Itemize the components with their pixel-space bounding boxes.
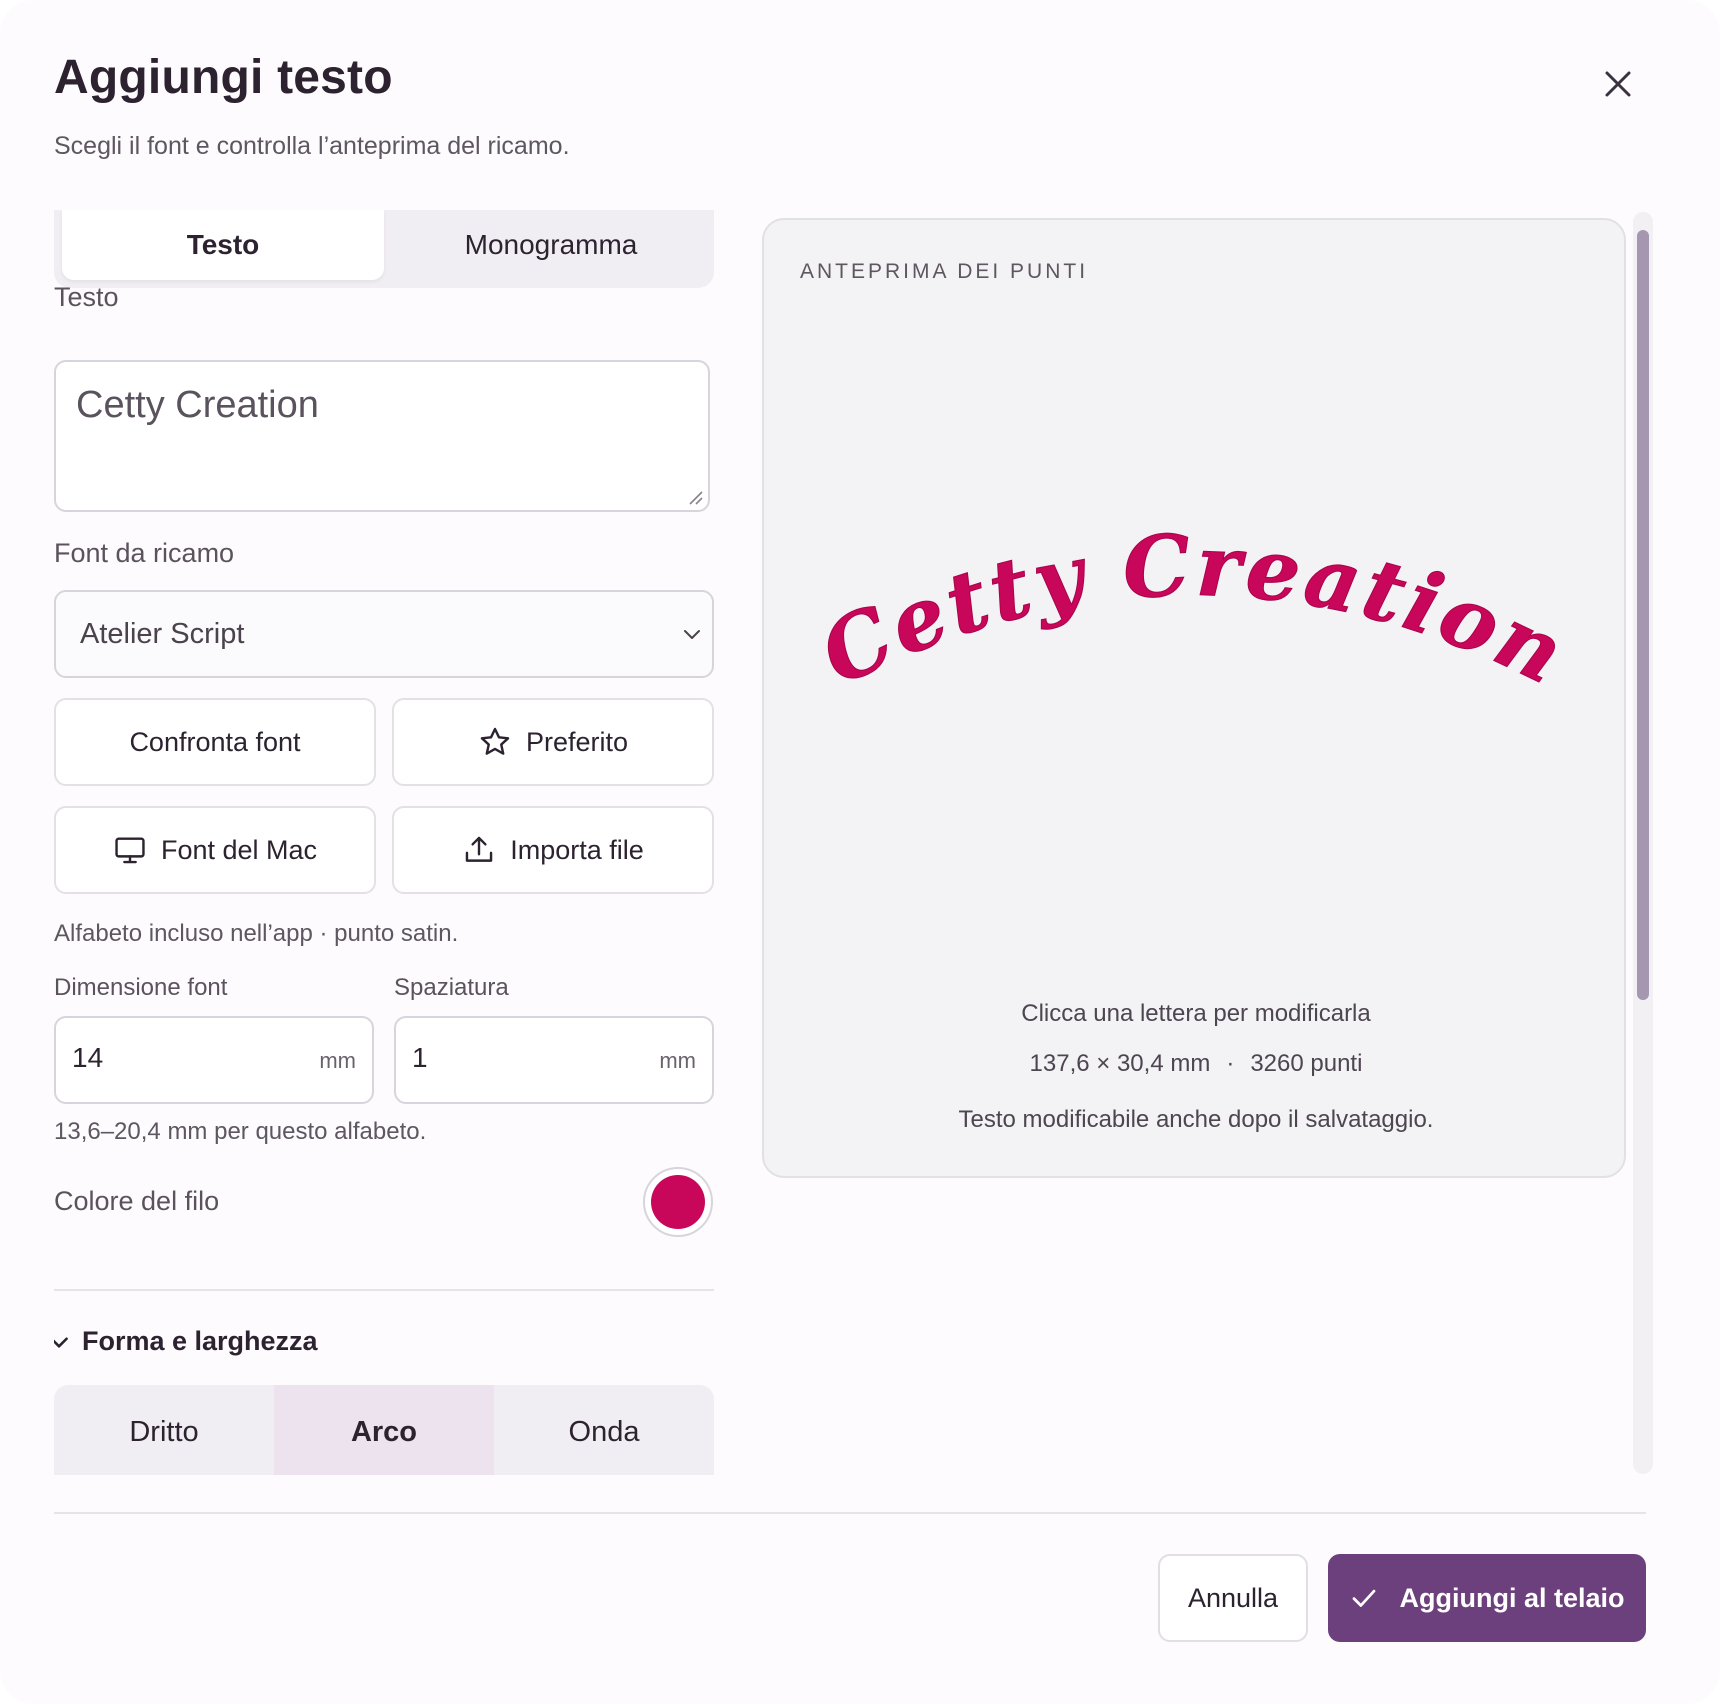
- font-select-value: Atelier Script: [80, 617, 245, 650]
- check-icon: [1353, 1589, 1376, 1607]
- font-hint: Alfabeto incluso nell’app · punto satin.: [54, 920, 459, 947]
- thread-color-swatch[interactable]: [643, 1167, 713, 1237]
- upload-icon: [465, 836, 493, 862]
- spacing-input[interactable]: 1 mm: [394, 1016, 714, 1104]
- preview-label: ANTEPRIMA DEI PUNTI: [800, 260, 1089, 283]
- cancel-label: Annulla: [1187, 1582, 1279, 1613]
- add-to-hoop-label: Aggiungi al telaio: [1399, 1582, 1625, 1613]
- dialog-subtitle: Scegli il font e controlla l’anteprima d…: [54, 132, 570, 160]
- text-input-value: Cetty Creation: [76, 384, 319, 426]
- thread-color-label: Colore del filo: [54, 1186, 220, 1216]
- tab-monogram[interactable]: Monogramma: [390, 210, 712, 280]
- spacing-unit: mm: [659, 1048, 696, 1073]
- add-text-dialog: Aggiungi testo Scegli il font e controll…: [0, 0, 1720, 1704]
- svg-text:Cetty Creation: Cetty Creation: [806, 520, 1582, 700]
- chevron-down-icon: [684, 630, 700, 639]
- spacing-label: Spaziatura: [394, 974, 509, 1001]
- footer-divider: [54, 1512, 1646, 1514]
- spacing-value: 1: [412, 1042, 428, 1073]
- compare-fonts-label: Confronta font: [129, 726, 301, 757]
- text-input[interactable]: Cetty Creation: [54, 360, 710, 512]
- cancel-button[interactable]: Annulla: [1158, 1554, 1308, 1642]
- preview-note: Testo modificabile anche dopo il salvata…: [958, 1106, 1434, 1133]
- star-icon: [480, 727, 510, 755]
- preview-meta: 137,6 × 30,4 mm · 3260 punti: [764, 1050, 1628, 1078]
- shape-section-title: Forma e larghezza: [82, 1326, 318, 1356]
- monitor-icon: [115, 837, 145, 864]
- meta-separator: ·: [1226, 1050, 1235, 1077]
- font-label: Font da ricamo: [54, 538, 235, 568]
- import-file-label: Importa file: [510, 834, 644, 865]
- font-select[interactable]: Atelier Script: [54, 590, 714, 678]
- size-label: Dimensione font: [54, 974, 228, 1001]
- embroidery-preview[interactable]: Cetty Creation: [804, 520, 1584, 700]
- preview-text[interactable]: Cetty Creation: [805, 520, 1582, 700]
- preview-stitches: 3260 punti: [1250, 1050, 1363, 1077]
- shape-arc[interactable]: Arco: [274, 1385, 494, 1475]
- stitch-preview-panel: ANTEPRIMA DEI PUNTI Cetty Creation Clicc…: [762, 218, 1626, 1178]
- shape-selector: Dritto Arco Onda: [54, 1385, 714, 1475]
- mac-fonts-button[interactable]: Font del Mac: [54, 806, 376, 894]
- compare-fonts-button[interactable]: Confronta font: [54, 698, 376, 786]
- import-file-button[interactable]: Importa file: [392, 806, 714, 894]
- scrollbar-thumb[interactable]: [1637, 230, 1649, 1000]
- font-size-input[interactable]: 14 mm: [54, 1016, 374, 1104]
- settings-column: Testo Monogramma Testo Cetty Creation Fo…: [54, 210, 714, 1475]
- text-field-label: Testo: [54, 282, 119, 312]
- dialog-title: Aggiungi testo: [54, 51, 393, 104]
- section-divider: [54, 1289, 714, 1291]
- scrollbar-track[interactable]: [1633, 212, 1653, 1474]
- add-to-hoop-button[interactable]: Aggiungi al telaio: [1328, 1554, 1646, 1642]
- thread-color-dot: [651, 1175, 705, 1229]
- shape-section-toggle[interactable]: Forma e larghezza: [54, 1326, 318, 1357]
- favorite-label: Preferito: [525, 726, 629, 757]
- preview-hint: Clicca una lettera per modificarla: [1021, 1000, 1371, 1027]
- font-size-value: 14: [72, 1042, 104, 1073]
- shape-straight[interactable]: Dritto: [54, 1385, 274, 1475]
- shape-wave[interactable]: Onda: [494, 1385, 714, 1475]
- close-icon: [1605, 71, 1631, 97]
- favorite-button[interactable]: Preferito: [392, 698, 714, 786]
- preview-dimensions: 137,6 × 30,4 mm: [1029, 1050, 1211, 1077]
- mode-tabs: Testo Monogramma: [54, 210, 714, 288]
- size-range-hint: 13,6–20,4 mm per questo alfabeto.: [54, 1118, 427, 1145]
- close-button[interactable]: [1596, 62, 1640, 106]
- tab-text[interactable]: Testo: [62, 210, 384, 280]
- mac-fonts-label: Font del Mac: [160, 834, 318, 865]
- font-size-unit: mm: [319, 1048, 356, 1073]
- resize-grip-icon[interactable]: [686, 488, 704, 506]
- chevron-down-icon: [54, 1336, 68, 1348]
